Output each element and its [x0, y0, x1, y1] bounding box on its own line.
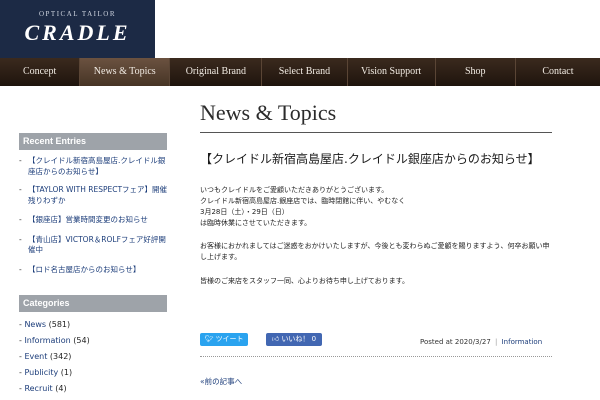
twitter-bird-icon: 🐦︎ [204, 335, 214, 343]
article-paragraph-3: 皆様のご来店をスタッフ一同、心よりお待ち申し上げております。 [200, 277, 409, 285]
nav-item-vision-support[interactable]: Vision Support [348, 58, 436, 86]
category-name[interactable]: Recruit [24, 384, 52, 393]
article-line: いつもクレイドルをご愛顧いただきありがとうございます。 [200, 186, 389, 194]
recent-entries-list: 【クレイドル新宿高島屋店.クレイドル銀座店からのお知らせ】 【TAYLOR WI… [19, 156, 169, 284]
tweet-label: ツイート [215, 335, 244, 343]
posted-meta: Posted at 2020/3/27 | Information [420, 338, 542, 346]
category-item[interactable]: - Publicity (1) [19, 368, 169, 378]
previous-article-link[interactable]: «前の記事へ [200, 376, 242, 387]
categories-heading: Categories [19, 295, 167, 312]
recent-entry-link[interactable]: 【クレイドル新宿高島屋店.クレイドル銀座店からのお知らせ】 [19, 156, 169, 177]
nav-item-concept[interactable]: Concept [0, 58, 81, 86]
posted-date: Posted at 2020/3/27 [420, 338, 491, 346]
category-item[interactable]: - Event (342) [19, 352, 169, 362]
category-count: (581) [48, 320, 71, 329]
article-line: お客様におかれましてはご迷惑をおかけいたしますが、今後とも変わらぬご愛顧を賜りま… [200, 242, 550, 250]
article-line: し上げます。 [200, 253, 242, 261]
category-name[interactable]: News [24, 320, 46, 329]
article-line: クレイドル新宿高島屋店.銀座店では、臨時閉館に伴い、やむなく [200, 197, 406, 205]
categories-list: - News (581) - Information (54) - Event … [19, 320, 169, 400]
recent-entry-link[interactable]: 【ロド名古屋店からのお知らせ】 [19, 265, 169, 276]
nav-item-shop[interactable]: Shop [436, 58, 516, 86]
category-name[interactable]: Publicity [24, 368, 58, 377]
category-count: (342) [49, 352, 72, 361]
article-line: 3月28日（土）・29日（日） [200, 208, 289, 216]
posted-separator: | [495, 338, 498, 346]
category-item[interactable]: - News (581) [19, 320, 169, 330]
site-logo[interactable]: OPTICAL TAILOR CRADLE [0, 0, 155, 58]
category-item[interactable]: - Recruit (4) [19, 384, 169, 394]
tweet-button[interactable]: 🐦︎ ツイート [200, 333, 248, 346]
recent-entries-heading: Recent Entries [19, 133, 167, 150]
nav-item-contact[interactable]: Contact [516, 58, 600, 86]
category-name[interactable]: Event [24, 352, 47, 361]
category-count: (54) [73, 336, 90, 345]
article-line: は臨時休業にさせていただきます。 [200, 219, 312, 227]
category-name[interactable]: Information [24, 336, 70, 345]
main-nav: Concept News & Topics Original Brand Sel… [0, 58, 600, 86]
article-title: 【クレイドル新宿高島屋店.クレイドル銀座店からのお知らせ】 [200, 152, 540, 166]
article-paragraph-2: お客様におかれましてはご迷惑をおかけいたしますが、今後とも変わらぬご愛顧を賜りま… [200, 241, 560, 263]
logo-subtitle: OPTICAL TAILOR [38, 10, 117, 18]
dotted-divider [200, 356, 552, 357]
category-count: (4) [55, 384, 67, 393]
recent-entry-link[interactable]: 【青山店】VICTOR＆ROLFフェア好評開催中 [19, 235, 169, 256]
title-divider [200, 132, 552, 133]
posted-category-link[interactable]: Information [502, 338, 543, 346]
category-count: (1) [60, 368, 73, 377]
nav-item-news-topics[interactable]: News & Topics [80, 58, 171, 86]
category-item[interactable]: - Information (54) [19, 336, 169, 346]
nav-item-select-brand[interactable]: Select Brand [262, 58, 348, 86]
nav-item-original-brand[interactable]: Original Brand [170, 58, 263, 86]
header: OPTICAL TAILOR CRADLE [0, 0, 600, 58]
facebook-like-button[interactable]: 👍︎ いいね！ 0 [266, 333, 322, 346]
page-title: News & Topics [200, 100, 337, 125]
recent-entry-link[interactable]: 【TAYLOR WITH RESPECTフェア】開催残りわずか [19, 185, 169, 206]
logo-name: CRADLE [24, 20, 131, 45]
thumbs-up-icon: 👍︎ [271, 335, 280, 343]
article-paragraph-1: いつもクレイドルをご愛顧いただきありがとうございます。 クレイドル新宿高島屋店.… [200, 185, 560, 229]
recent-entry-link[interactable]: 【銀座店】営業時間変更のお知らせ [19, 215, 169, 226]
like-label: いいね！ 0 [281, 335, 317, 343]
